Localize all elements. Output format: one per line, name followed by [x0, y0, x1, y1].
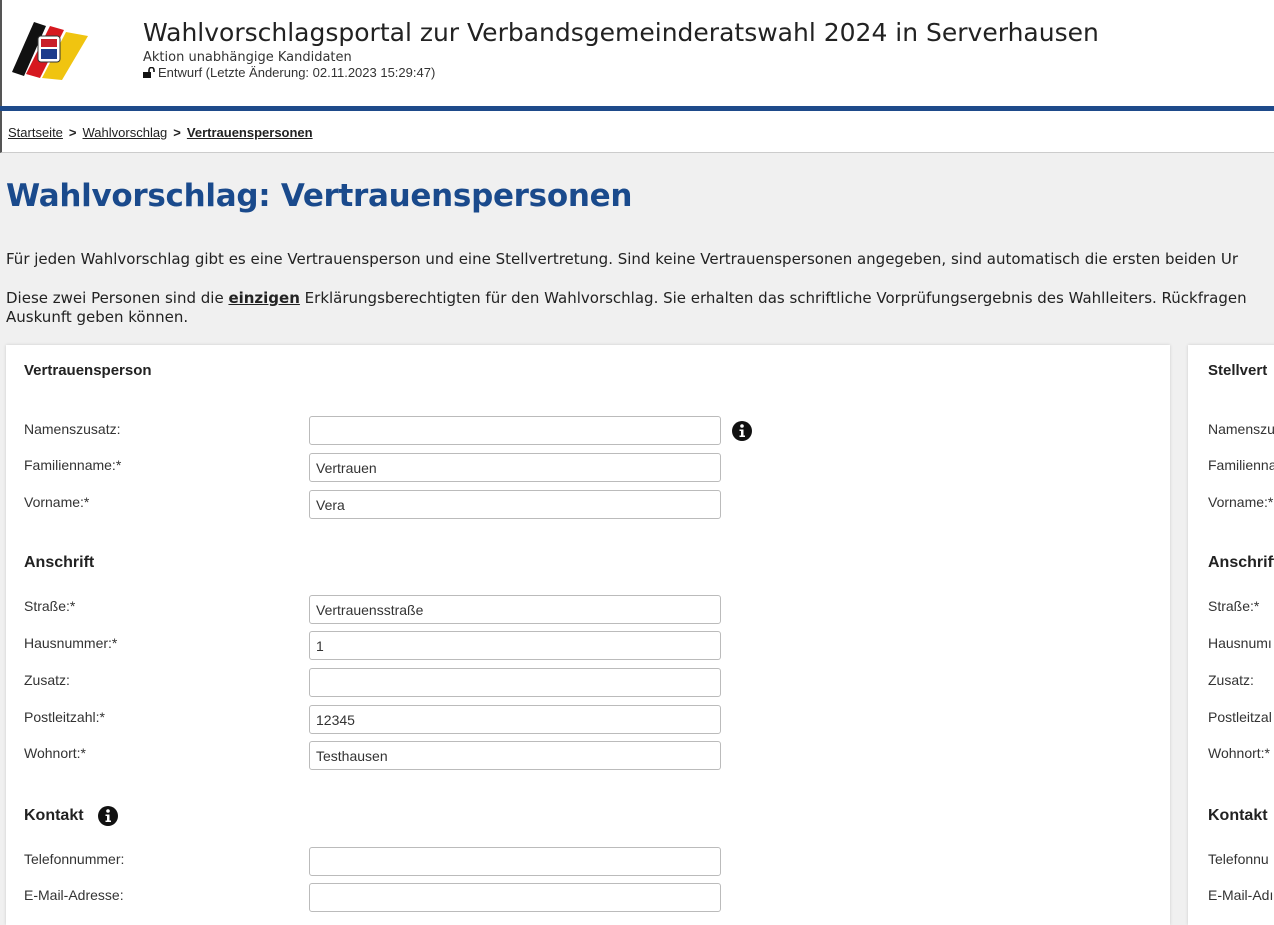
hausnummer-label: Hausnummer:*: [24, 635, 118, 651]
vorname-label: Vorname:*: [24, 494, 90, 510]
familienname-field[interactable]: [309, 453, 721, 482]
intro-paragraph-3: Auskunft geben können.: [6, 308, 189, 326]
telefonnummer-label: Telefonnu: [1208, 851, 1269, 867]
page-header: Wahlvorschlagsportal zur Verbandsgemeind…: [0, 0, 1274, 106]
anschrift-heading: Anschrift: [24, 554, 95, 571]
wohnort-label: Wohnort:*: [1208, 745, 1270, 761]
strasse-label: Straße:*: [1208, 598, 1260, 614]
postleitzahl-label: Postleitzahl:*: [24, 709, 105, 725]
card-heading: Stellvert: [1208, 362, 1268, 379]
familienname-label: Familienna: [1208, 457, 1274, 473]
email-label: E-Mail-Adresse:: [24, 887, 124, 903]
email-field[interactable]: [309, 883, 721, 912]
namenszusatz-field[interactable]: [309, 416, 721, 445]
intro-paragraph-1: Für jeden Wahlvorschlag gibt es eine Ver…: [6, 250, 1239, 268]
wohnort-label: Wohnort:*: [24, 745, 86, 761]
familienname-label: Familienname:*: [24, 457, 122, 473]
vorname-label: Vorname:*: [1208, 494, 1274, 510]
intro-paragraph-2: Diese zwei Personen sind die einzigen Er…: [6, 289, 1247, 307]
zusatz-label: Zusatz:: [24, 672, 70, 688]
trusted-person-card: Vertrauensperson Namenszusatz: Familienn…: [6, 345, 1170, 925]
hausnummer-field[interactable]: [309, 631, 721, 660]
anschrift-heading: Anschrift: [1208, 554, 1274, 571]
breadcrumb-home-link[interactable]: Startseite: [8, 125, 63, 140]
postleitzahl-field[interactable]: [309, 705, 721, 734]
breadcrumb: Startseite > Wahlvorschlag > Vertrauensperso…: [8, 125, 313, 140]
page-title: Wahlvorschlag: Vertrauenspersonen: [6, 178, 633, 214]
card-heading: Vertrauensperson: [24, 362, 152, 379]
intro-emphasis: einzigen: [228, 289, 300, 307]
info-icon[interactable]: [732, 421, 752, 441]
deputy-card: Stellvert Namenszu Familienna Vorname:* …: [1188, 345, 1274, 925]
intro-text: Diese zwei Personen sind die: [6, 289, 229, 307]
strasse-label: Straße:*: [24, 598, 76, 614]
telefonnummer-field[interactable]: [309, 847, 721, 876]
unlock-icon: [143, 66, 155, 78]
breadcrumb-current: Vertrauenspersonen: [186, 125, 313, 140]
strasse-field[interactable]: [309, 595, 721, 624]
breadcrumb-separator: >: [68, 125, 77, 140]
info-icon[interactable]: [98, 806, 118, 826]
draft-status: Entwurf (Letzte Änderung: 02.11.2023 15:…: [143, 65, 435, 80]
logo: [12, 22, 88, 80]
namenszusatz-label: Namenszusatz:: [24, 421, 121, 437]
zusatz-label: Zusatz:: [1208, 672, 1254, 688]
breadcrumb-bar: Startseite > Wahlvorschlag > Vertrauensperso…: [0, 111, 1274, 153]
vorname-field[interactable]: [309, 490, 721, 519]
kontakt-heading: Kontakt: [24, 807, 84, 824]
telefonnummer-label: Telefonnummer:: [24, 851, 125, 867]
intro-text: Erklärungsberechtigten für den Wahlvorsc…: [299, 289, 1247, 307]
portal-title: Wahlvorschlagsportal zur Verbandsgemeind…: [143, 18, 1099, 47]
breadcrumb-separator: >: [173, 125, 181, 140]
namenszusatz-label: Namenszu: [1208, 421, 1274, 437]
kontakt-heading: Kontakt: [1208, 807, 1268, 824]
postleitzahl-label: Postleitzal: [1208, 709, 1272, 725]
organization-name: Aktion unabhängige Kandidaten: [143, 50, 352, 65]
wohnort-field[interactable]: [309, 741, 721, 770]
email-label: E-Mail-Adı: [1208, 887, 1274, 903]
zusatz-field[interactable]: [309, 668, 721, 697]
hausnummer-label: Hausnumı: [1208, 635, 1272, 651]
breadcrumb-proposal-link[interactable]: Wahlvorschlag: [83, 125, 168, 140]
draft-status-text: Entwurf (Letzte Änderung: 02.11.2023 15:…: [158, 65, 436, 80]
